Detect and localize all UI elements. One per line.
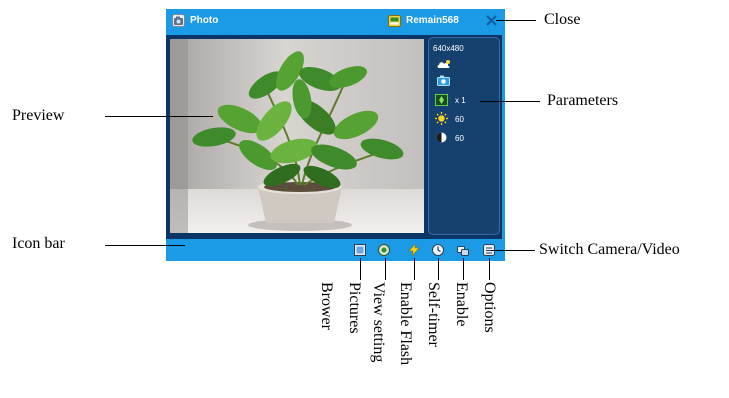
flash-icon[interactable] [408,244,420,256]
resolution-value: 640x480 [433,44,464,53]
options-leader-line [489,258,490,280]
camera-mode-icon [437,75,450,86]
zoom-icon [435,94,448,106]
camera-icon [172,14,185,27]
window-title: Photo [190,15,219,26]
enable-icon[interactable] [457,244,469,256]
content-area: 640x480 x 1 60 60 [166,35,502,239]
close-leader-line [496,20,536,21]
preview-callout: Preview [12,107,65,124]
brightness-icon [435,112,448,125]
brower-callout: Brower [318,282,335,330]
enable-flash-callout: Enable Flash [397,282,414,366]
enable-flash-leader-line [414,258,415,280]
icon-bar-callout: Icon bar [12,235,65,252]
self-timer-callout: Self-timer [425,282,442,347]
brower-icon[interactable] [354,244,366,256]
white-balance-icon [437,60,450,68]
camera-app-window: Photo Remain568 640x480 x 1 60 60 [166,9,505,261]
view-setting-callout: View setting [370,282,387,363]
icon-bar-leader-line [105,245,185,246]
parameters-panel: 640x480 x 1 60 60 [428,37,500,235]
view-setting-leader-line [385,258,386,280]
camera-preview [170,39,424,233]
zoom-value: x 1 [455,96,466,105]
parameters-leader-line [480,101,540,102]
switch-camera-video-callout: Switch Camera/Video [539,241,680,258]
plant-photo [170,39,424,233]
options-callout: Options [481,282,498,333]
storage-icon [388,15,401,27]
enable-leader-line [463,258,464,280]
close-callout: Close [544,11,581,28]
icon-bar [166,240,505,261]
pictures-callout: Pictures [346,282,363,334]
brightness-value: 60 [455,115,464,124]
contrast-icon [436,132,447,143]
view-setting-icon[interactable] [378,244,390,256]
self-timer-leader-line [438,258,439,280]
contrast-value: 60 [455,134,464,143]
remain-count: Remain568 [406,15,459,26]
brower-leader-line [360,258,361,280]
title-bar: Photo Remain568 [166,9,505,33]
enable-callout: Enable [453,282,470,327]
parameters-callout: Parameters [547,92,619,109]
preview-leader-line [105,116,213,117]
switch-leader-line [491,250,535,251]
self-timer-icon[interactable] [432,244,444,256]
